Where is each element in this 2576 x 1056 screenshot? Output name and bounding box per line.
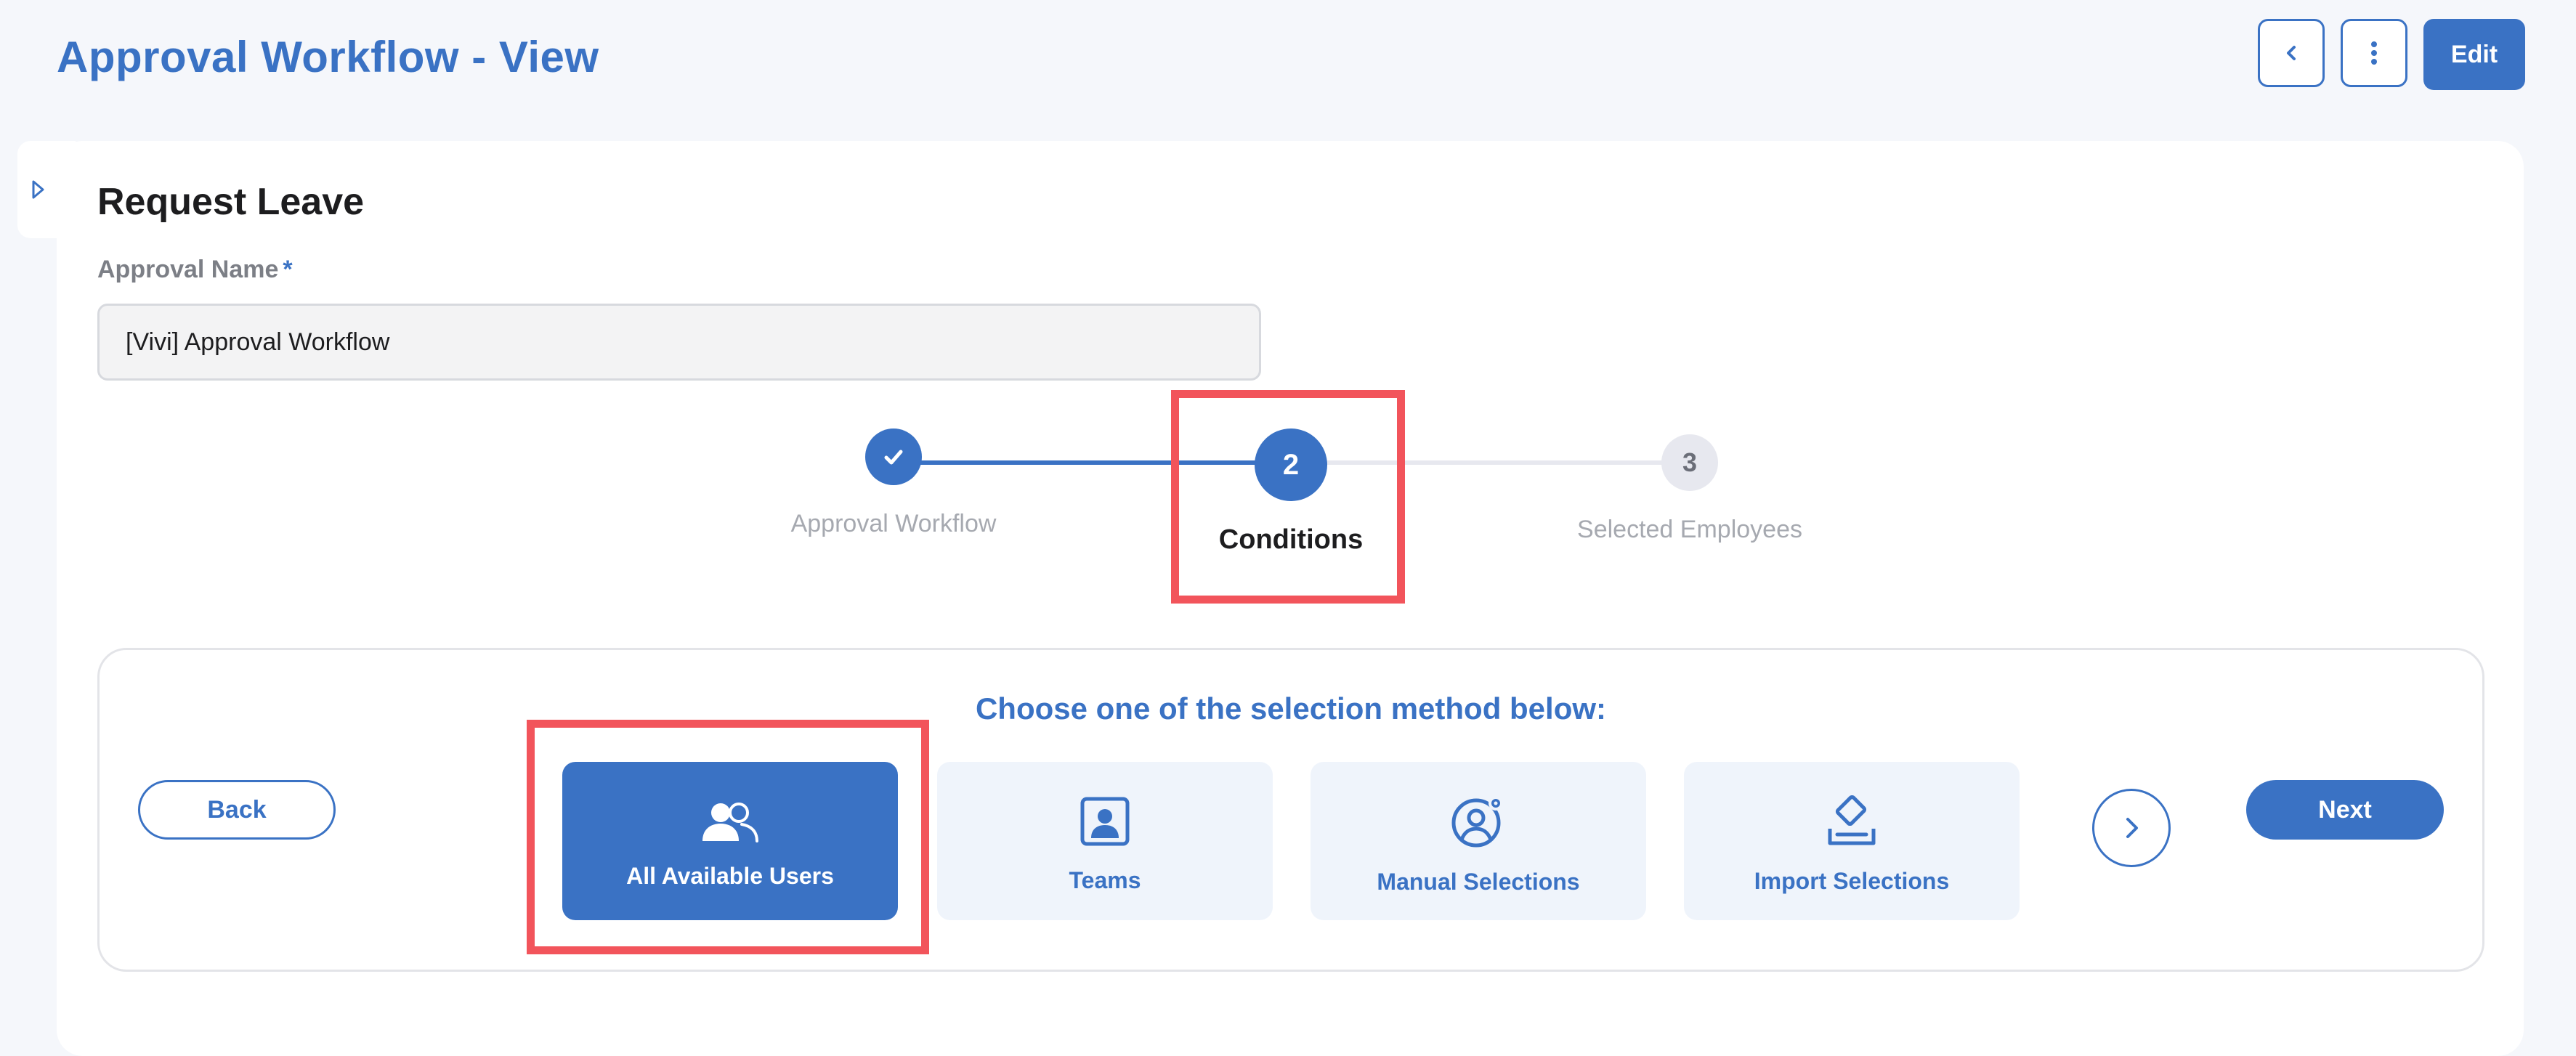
option-manual-selections[interactable]: Manual Selections [1311,762,1646,920]
required-marker: * [283,256,293,283]
next-button[interactable]: Next [2246,780,2444,840]
option-label: Teams [1069,866,1141,893]
approval-name-label: Approval Name * [97,256,293,284]
step-1-label: Approval Workflow [790,510,997,537]
carousel-next-button[interactable] [2092,789,2171,867]
option-all-available-users[interactable]: All Available Users [562,762,898,920]
chevron-right-icon [2126,818,2138,838]
page-title: Approval Workflow - View [57,33,599,81]
step-1-circle[interactable] [865,429,922,485]
option-label: Import Selections [1754,867,1950,894]
back-button[interactable]: Back [138,780,336,840]
edit-button[interactable]: Edit [2423,19,2525,90]
back-nav-button[interactable] [2258,19,2325,87]
step-2-circle[interactable]: 2 [1255,429,1327,501]
step-3-label: Selected Employees [1577,516,1802,543]
users-icon [702,802,758,842]
stepper-progress-line [894,460,1290,465]
step-3-circle[interactable]: 3 [1661,434,1718,491]
import-icon [1828,795,1876,845]
option-label: All Available Users [626,862,834,889]
option-label: Manual Selections [1377,868,1580,895]
sidebar-toggle[interactable] [17,141,76,238]
approval-name-label-text: Approval Name [97,256,279,283]
check-icon [884,450,903,465]
selection-heading: Choose one of the selection method below… [975,691,1607,726]
chevron-left-icon [2287,46,2296,60]
option-import-selections[interactable]: Import Selections [1684,762,2020,920]
section-title: Request Leave [97,181,365,223]
user-settings-icon [1451,795,1503,847]
caret-right-icon [32,180,44,199]
top-actions: Edit [2258,19,2525,90]
approval-name-input[interactable] [97,304,1261,381]
option-teams[interactable]: Teams [937,762,1273,920]
more-vertical-icon [2371,41,2377,65]
team-badge-icon [1080,797,1130,845]
more-options-button[interactable] [2341,19,2407,87]
stepper-remaining-line [1290,460,1690,465]
step-2-label: Conditions [1218,524,1364,555]
